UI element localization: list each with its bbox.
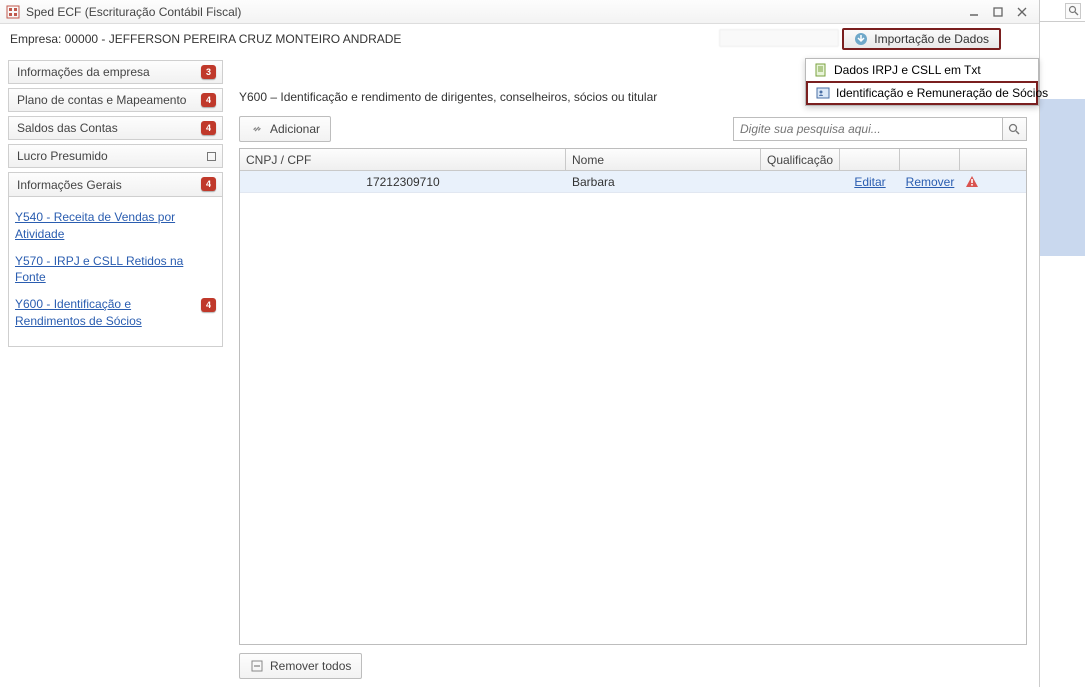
person-id-icon xyxy=(816,86,830,100)
panel-label: Informações da empresa xyxy=(17,65,150,79)
menu-item-identificacao[interactable]: Identificação e Remuneração de Sócios xyxy=(806,81,1038,105)
table-header: CNPJ / CPF Nome Qualificação xyxy=(240,149,1026,171)
import-label: Importação de Dados xyxy=(874,32,989,46)
table-row[interactable]: 17212309710 Barbara Editar Remover xyxy=(240,171,1026,193)
panel-label: Plano de contas e Mapeamento xyxy=(17,93,186,107)
right-strip xyxy=(1040,0,1085,120)
menu-item-dados-irpj[interactable]: Dados IRPJ e CSLL em Txt xyxy=(806,59,1038,81)
app-icon xyxy=(6,5,20,19)
cell-nome: Barbara xyxy=(566,175,761,189)
add-button[interactable]: Adicionar xyxy=(239,116,331,142)
search-icon xyxy=(1068,5,1079,16)
count-badge: 4 xyxy=(201,93,216,107)
sidebar: Informações da empresa 3 Plano de contas… xyxy=(0,54,231,687)
edit-link[interactable]: Editar xyxy=(854,175,885,189)
menu-item-label: Identificação e Remuneração de Sócios xyxy=(836,86,1048,100)
search-button[interactable] xyxy=(1003,117,1027,141)
close-button[interactable] xyxy=(1011,3,1033,21)
col-remove xyxy=(900,149,960,170)
count-badge: 3 xyxy=(201,65,216,79)
remove-all-button[interactable]: Remover todos xyxy=(239,653,362,679)
file-text-icon xyxy=(814,63,828,77)
titlebar: Sped ECF (Escrituração Contábil Fiscal) xyxy=(0,0,1039,24)
quick-search-button[interactable] xyxy=(1065,3,1081,19)
search xyxy=(733,117,1027,141)
count-badge: 4 xyxy=(201,177,216,191)
link-y600[interactable]: Y600 - Identificação e Rendimentos de Só… xyxy=(15,296,196,330)
search-icon xyxy=(1008,123,1021,136)
panel-informacoes-gerais-content: Y540 - Receita de Vendas por Atividade Y… xyxy=(8,196,223,347)
maximize-button[interactable] xyxy=(987,3,1009,21)
menu-item-label: Dados IRPJ e CSLL em Txt xyxy=(834,63,981,77)
count-badge: 4 xyxy=(201,121,216,135)
window-title: Sped ECF (Escrituração Contábil Fiscal) xyxy=(26,5,241,19)
import-dropdown: Dados IRPJ e CSLL em Txt Identificação e… xyxy=(805,58,1039,106)
header: Empresa: 00000 - JEFFERSON PEREIRA CRUZ … xyxy=(0,24,1039,54)
main-content: Y600 – Identificação e rendimento de dir… xyxy=(231,54,1039,687)
col-qualificacao[interactable]: Qualificação xyxy=(761,149,840,170)
side-accent xyxy=(1040,99,1085,256)
panel-informacoes-empresa[interactable]: Informações da empresa 3 xyxy=(8,60,223,84)
data-table: CNPJ / CPF Nome Qualificação 17212309710… xyxy=(239,148,1027,645)
link-icon xyxy=(250,122,264,136)
col-warn xyxy=(960,149,984,170)
panel-plano-contas[interactable]: Plano de contas e Mapeamento 4 xyxy=(8,88,223,112)
search-input[interactable] xyxy=(733,117,1003,141)
panel-saldos-contas[interactable]: Saldos das Contas 4 xyxy=(8,116,223,140)
add-label: Adicionar xyxy=(270,122,320,136)
panel-label: Saldos das Contas xyxy=(17,121,118,135)
link-y570[interactable]: Y570 - IRPJ e CSLL Retidos na Fonte xyxy=(15,253,196,287)
minimize-button[interactable] xyxy=(963,3,985,21)
panel-informacoes-gerais[interactable]: Informações Gerais 4 xyxy=(8,172,223,196)
remove-link[interactable]: Remover xyxy=(906,175,955,189)
col-cnpj[interactable]: CNPJ / CPF xyxy=(240,149,566,170)
import-data-button[interactable]: Importação de Dados xyxy=(842,28,1001,50)
app-window: Sped ECF (Escrituração Contábil Fiscal) … xyxy=(0,0,1040,687)
company-label: Empresa: 00000 - JEFFERSON PEREIRA CRUZ … xyxy=(10,32,401,46)
link-y540[interactable]: Y540 - Receita de Vendas por Atividade xyxy=(15,209,196,243)
obscured-field xyxy=(719,29,839,47)
download-icon xyxy=(854,32,868,46)
panel-lucro-presumido[interactable]: Lucro Presumido xyxy=(8,144,223,168)
panel-label: Lucro Presumido xyxy=(17,149,108,163)
expand-icon xyxy=(207,152,216,161)
col-nome[interactable]: Nome xyxy=(566,149,761,170)
warning-icon[interactable] xyxy=(965,175,979,189)
col-edit xyxy=(840,149,900,170)
footer: Remover todos xyxy=(239,653,1027,679)
toolbar: Adicionar xyxy=(239,116,1027,142)
cell-cnpj: 17212309710 xyxy=(240,175,566,189)
minus-square-icon xyxy=(250,659,264,673)
panel-label: Informações Gerais xyxy=(17,178,122,192)
count-badge: 4 xyxy=(201,298,216,312)
remove-all-label: Remover todos xyxy=(270,659,351,673)
